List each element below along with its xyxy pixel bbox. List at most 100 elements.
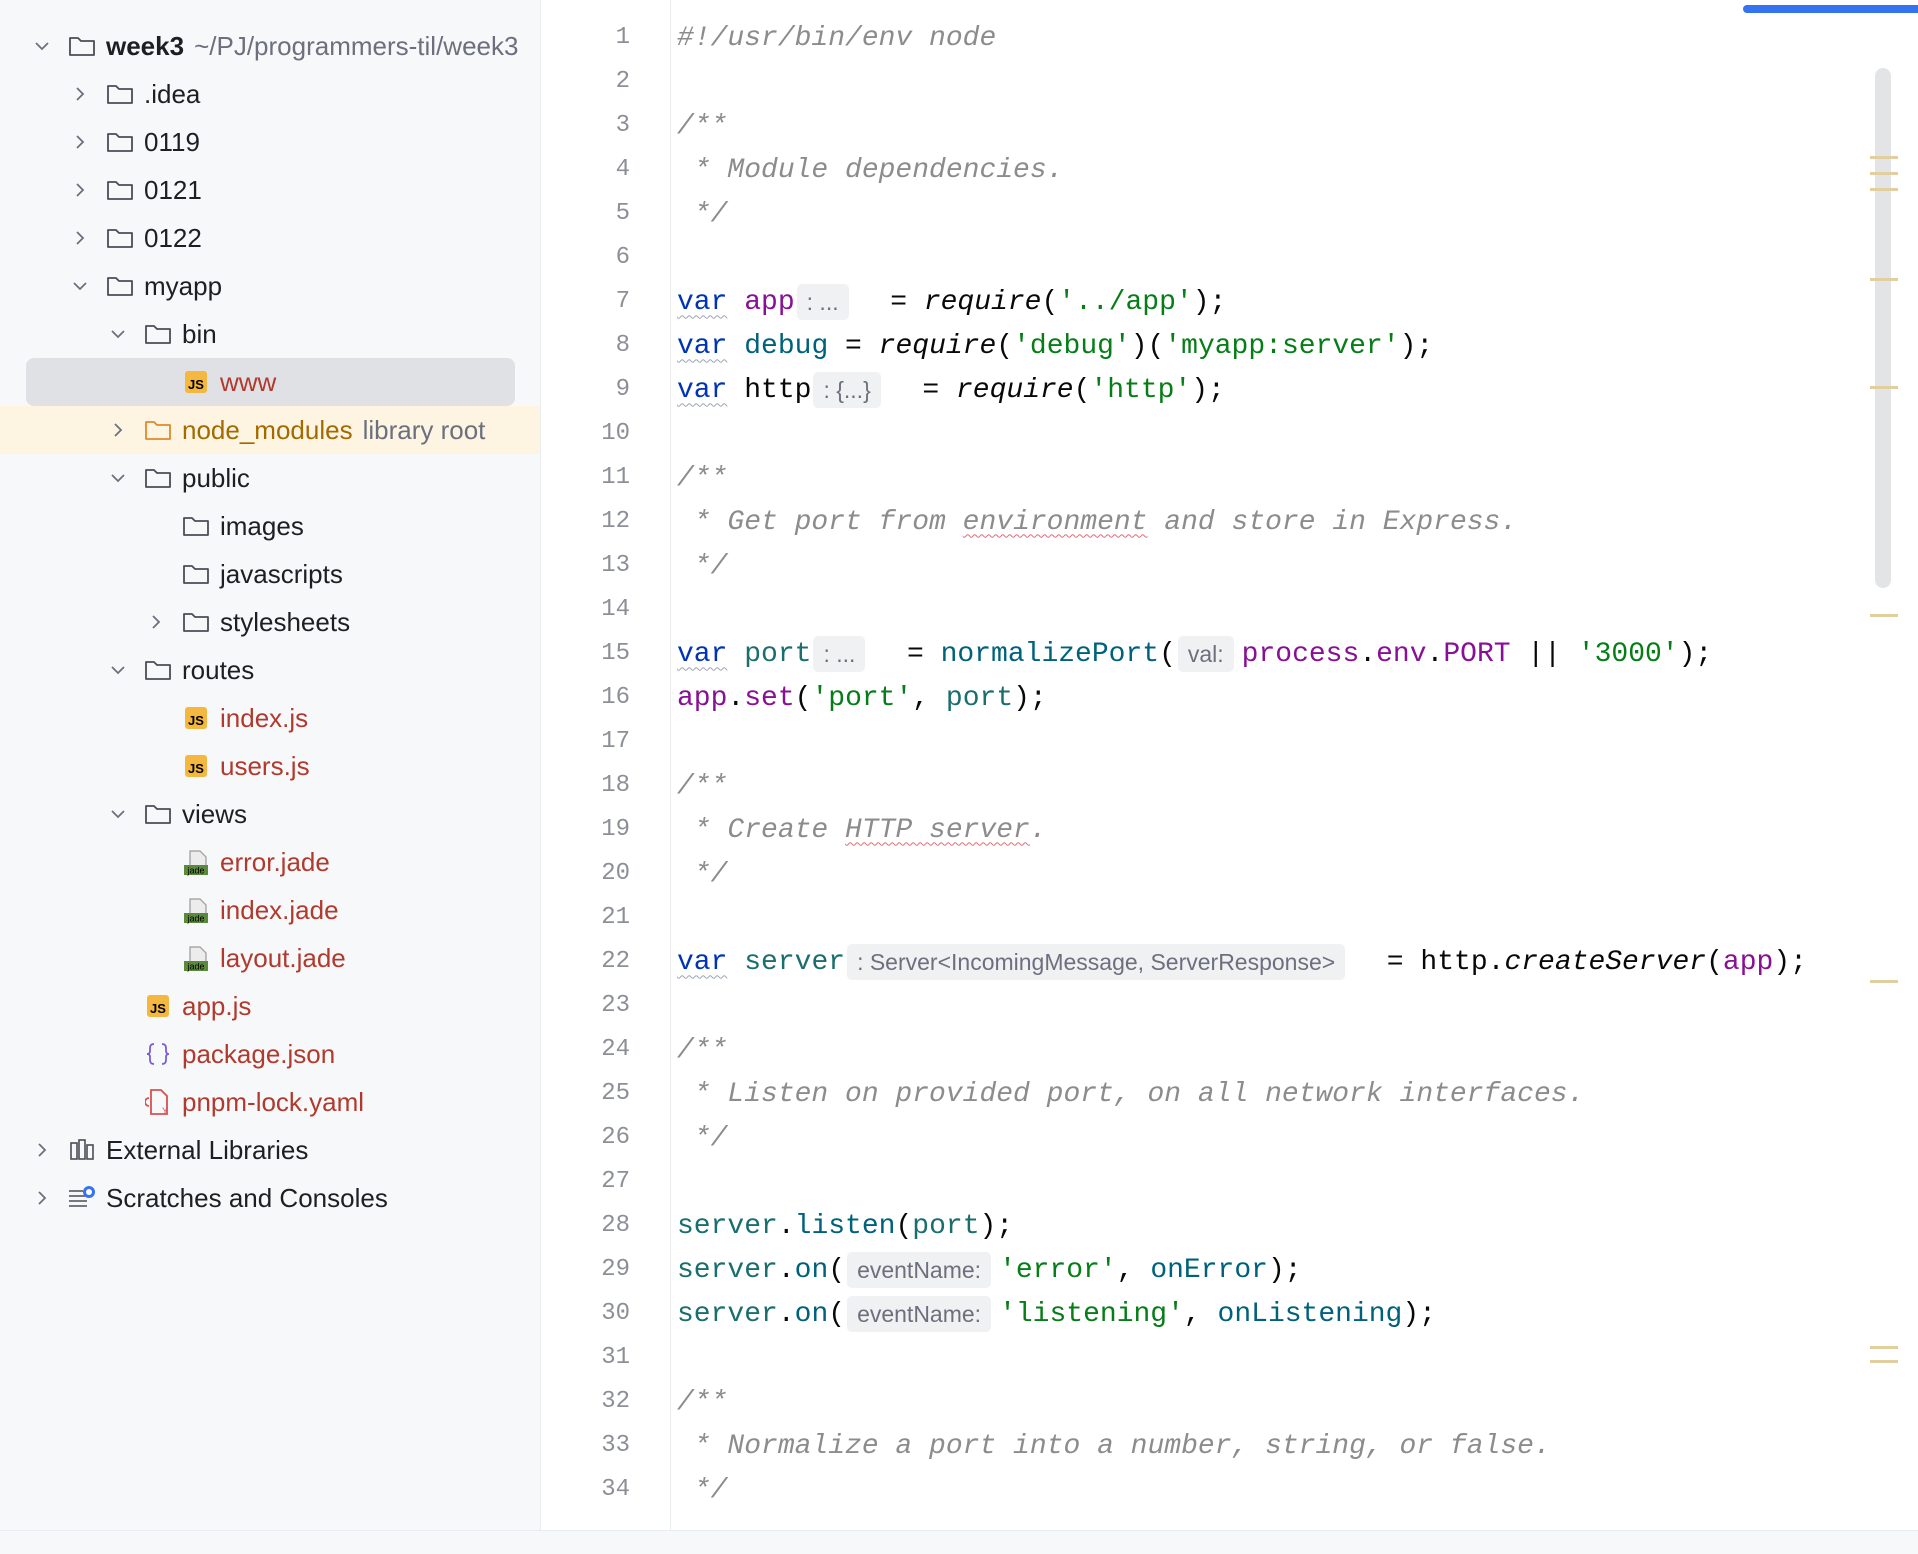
chevron-down-icon[interactable] [103, 454, 133, 502]
tree-item[interactable]: week3 ~/PJ/programmers-til/week3 [0, 22, 540, 70]
folder-icon [105, 118, 135, 166]
code-line[interactable]: /** [677, 1380, 727, 1424]
code-line[interactable]: /** [677, 456, 727, 500]
tree-item[interactable]: 0122 [0, 214, 540, 262]
code-line[interactable]: /** [677, 104, 727, 148]
error-stripe-mark[interactable] [1870, 614, 1898, 617]
tree-item[interactable]: JS index.js [0, 694, 540, 742]
line-number: 28 [601, 1212, 630, 1239]
error-stripe-mark[interactable] [1870, 156, 1898, 159]
chevron-down-icon[interactable] [103, 310, 133, 358]
tree-item[interactable]: 0121 [0, 166, 540, 214]
error-stripe-mark[interactable] [1870, 1346, 1898, 1349]
tree-item[interactable]: public [0, 454, 540, 502]
tree-item[interactable]: JS www [26, 358, 515, 406]
code-line[interactable]: var http: {...} = require('http'); [677, 368, 1225, 412]
tree-item-label: Scratches and Consoles [106, 1182, 388, 1213]
tree-item[interactable]: views [0, 790, 540, 838]
tree-item[interactable]: JS app.js [0, 982, 540, 1030]
tree-item[interactable]: Scratches and Consoles [0, 1174, 540, 1222]
code-line[interactable]: var debug = require('debug')('myapp:serv… [677, 324, 1433, 368]
error-stripe-mark[interactable] [1870, 1360, 1898, 1363]
tree-item[interactable]: jade index.jade [0, 886, 540, 934]
tree-item[interactable]: .idea [0, 70, 540, 118]
code-token: require [878, 330, 997, 362]
code-token: var [677, 330, 728, 362]
tree-item[interactable]: JS users.js [0, 742, 540, 790]
vertical-scrollbar[interactable] [1875, 68, 1891, 588]
code-token: onError [1150, 1254, 1268, 1286]
tree-item[interactable]: stylesheets [0, 598, 540, 646]
code-line[interactable]: /** [677, 1028, 727, 1072]
chevron-down-icon[interactable] [27, 22, 57, 70]
chevron-down-icon[interactable] [103, 790, 133, 838]
error-stripe-mark[interactable] [1870, 980, 1898, 983]
tree-item[interactable]: images [0, 502, 540, 550]
error-stripe-mark[interactable] [1870, 386, 1898, 389]
line-number: 16 [601, 684, 630, 711]
code-line[interactable]: */ [677, 1116, 728, 1160]
line-number: 21 [601, 904, 630, 931]
line-number: 5 [615, 200, 630, 227]
tree-item[interactable]: jade error.jade [0, 838, 540, 886]
code-line[interactable]: * Listen on provided port, on all networ… [677, 1072, 1585, 1116]
code-token: env [1376, 638, 1427, 670]
chevron-down-icon[interactable] [103, 646, 133, 694]
code-line[interactable]: server. on(eventName:'listening', onListe… [677, 1292, 1436, 1336]
code-token: , [1116, 1254, 1151, 1286]
tree-item[interactable]: Ypnpm-lock.yaml [0, 1078, 540, 1126]
tree-item[interactable]: myapp [0, 262, 540, 310]
code-line[interactable]: */ [677, 192, 728, 236]
tree-item-label: views [182, 798, 248, 829]
code-line[interactable]: #!/usr/bin/env node [677, 16, 996, 60]
code-editor[interactable]: 1 2 3 4 5 6 7 8 9 10 11 12 13 14 15 16 17 18 19 20 21 22 23 24 2… [542, 0, 1918, 1530]
error-stripe-mark[interactable] [1870, 172, 1898, 175]
code-line[interactable]: */ [677, 544, 728, 588]
error-stripe-mark[interactable] [1870, 278, 1898, 281]
code-line[interactable]: */ [677, 852, 728, 896]
code-line[interactable]: * Normalize a port into a number, string… [677, 1424, 1551, 1468]
code-line[interactable]: */ [677, 1468, 728, 1512]
tree-item-label: images [220, 510, 304, 541]
chevron-right-icon[interactable] [141, 598, 171, 646]
chevron-right-icon[interactable] [27, 1174, 57, 1222]
code-line[interactable]: var port: ... = normalizePort(val: proces… [677, 632, 1712, 676]
code-line[interactable]: app. set('port', port); [677, 676, 1047, 720]
horizontal-scrollbar[interactable] [0, 1530, 1918, 1554]
code-line[interactable]: /** [677, 764, 727, 808]
tree-item[interactable]: javascripts [0, 550, 540, 598]
chevron-right-icon[interactable] [27, 1126, 57, 1174]
error-stripe-mark[interactable] [1870, 188, 1898, 191]
code-line[interactable]: server. on(eventName:'error', onError); [677, 1248, 1302, 1292]
chevron-right-icon[interactable] [65, 70, 95, 118]
chevron-right-icon[interactable] [65, 166, 95, 214]
chevron-right-icon[interactable] [65, 214, 95, 262]
chevron-right-icon[interactable] [65, 118, 95, 166]
tree-item[interactable]: 0119 [0, 118, 540, 166]
code-token: || [1510, 638, 1578, 670]
chevron-down-icon[interactable] [65, 262, 95, 310]
code-line[interactable]: server. listen(port); [677, 1204, 1013, 1248]
chevron-right-icon[interactable] [103, 406, 133, 454]
code-token: normalizePort [940, 638, 1160, 670]
tree-item[interactable]: External Libraries [0, 1126, 540, 1174]
line-number: 8 [615, 332, 630, 359]
code-token: */ [677, 1122, 728, 1154]
code-line[interactable]: * Get port from environment and store in… [677, 500, 1517, 544]
tree-item[interactable]: routes [0, 646, 540, 694]
code-token: PORT [1443, 638, 1511, 670]
tree-item[interactable]: jade layout.jade [0, 934, 540, 982]
tree-item[interactable]: package.json [0, 1030, 540, 1078]
tree-item[interactable]: node_modules library root [0, 406, 540, 454]
svg-text:Y: Y [162, 1106, 168, 1116]
tree-item[interactable]: bin [0, 310, 540, 358]
jade-file-icon: jade [181, 886, 211, 934]
code-line[interactable]: * Create HTTP server. [677, 808, 1047, 852]
folder-icon [105, 214, 135, 262]
code-line[interactable]: * Module dependencies. [677, 148, 1064, 192]
tree-item-label: 0119 [144, 126, 200, 157]
folder-icon [105, 262, 135, 310]
code-line[interactable]: var server: Server<IncomingMessage, Serv… [677, 940, 1807, 984]
code-line[interactable]: var app: ... = require('../app'); [677, 280, 1226, 324]
